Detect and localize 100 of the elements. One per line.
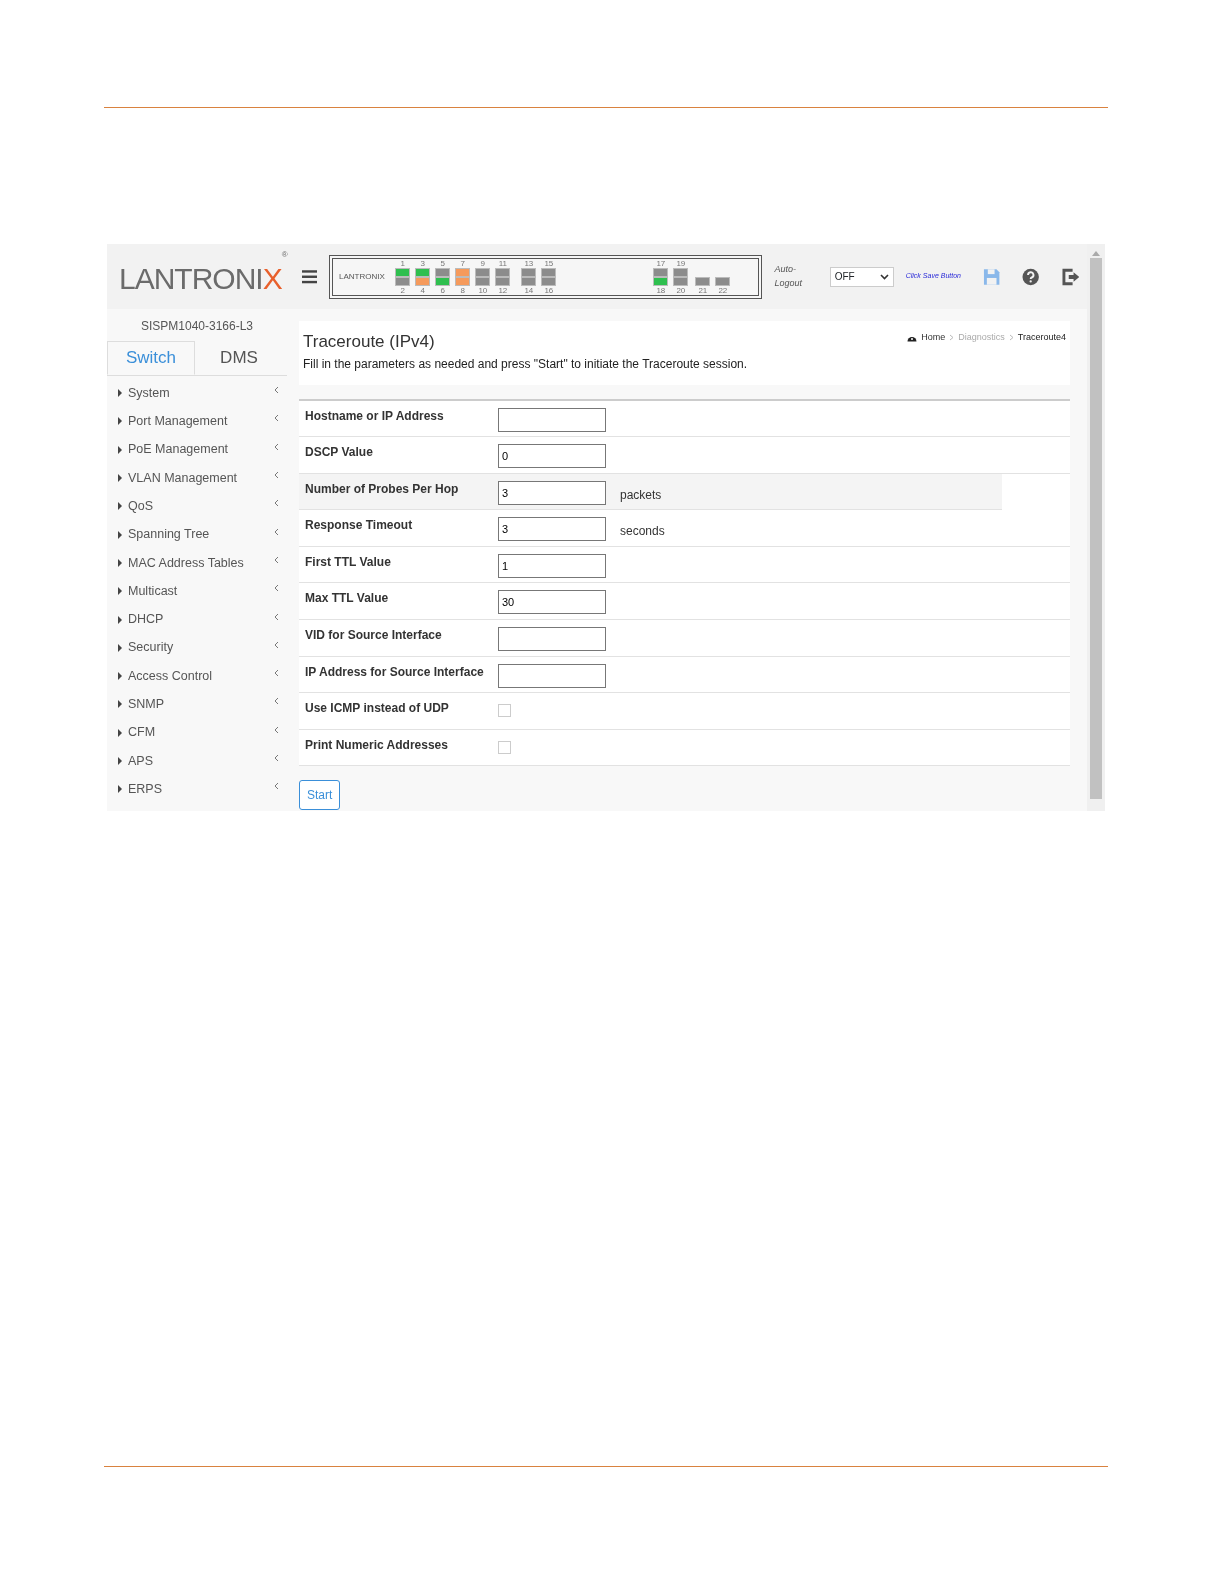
field-label: IP Address for Source Interface [304, 663, 485, 681]
auto-logout-select[interactable]: OFF [829, 266, 894, 287]
port-icon[interactable] [673, 276, 689, 286]
caret-icon [879, 273, 889, 280]
sidebar-item[interactable]: MAC Address Tables [107, 548, 287, 578]
port-number: 18 [656, 285, 666, 295]
field-label: Max TTL Value [304, 590, 390, 608]
port-icon[interactable] [541, 267, 557, 277]
port-icon[interactable] [455, 267, 471, 277]
sidebar-item[interactable]: APS [107, 746, 287, 776]
caret-icon [118, 615, 122, 624]
sidebar-item[interactable]: PoE Management [107, 435, 287, 464]
sidebar-item[interactable]: ERPS [107, 775, 287, 804]
port-number: 2 [400, 285, 406, 295]
sidebar-item[interactable]: DHCP [107, 605, 287, 634]
port-icon[interactable] [415, 267, 431, 277]
port-icon[interactable] [395, 276, 411, 286]
sidebar-item[interactable]: Spanning Tree [107, 520, 287, 549]
menu-icon[interactable] [301, 268, 318, 285]
port-number: 11 [498, 258, 507, 268]
sidebar-item[interactable]: Security [107, 633, 287, 662]
port-icon[interactable] [475, 267, 491, 277]
chevron-icon [274, 612, 279, 621]
port-number: 20 [676, 285, 686, 295]
input-field[interactable]: 0 [498, 444, 606, 469]
caret-icon [118, 757, 122, 765]
port-icon[interactable] [435, 276, 451, 286]
caret-icon [118, 700, 122, 709]
caret-icon [118, 785, 122, 794]
port-icon[interactable] [435, 267, 451, 277]
chevron-icon [274, 555, 279, 564]
port-icon[interactable] [415, 276, 431, 286]
device-logo: LANTRONIX [339, 271, 386, 282]
scroll-up-icon[interactable] [1092, 250, 1100, 256]
chevron-icon [274, 782, 279, 791]
logout-icon[interactable] [1061, 267, 1079, 286]
port-icon[interactable] [395, 267, 411, 277]
port-number: 17 [656, 258, 666, 268]
sidebar-item[interactable]: CFM [107, 718, 287, 747]
input-field[interactable]: 1 [498, 553, 606, 578]
chevron-icon [274, 386, 279, 395]
caret-icon [118, 728, 122, 737]
sidebar-item[interactable]: VLAN Management [107, 463, 287, 493]
chevron-icon [274, 414, 279, 423]
save-icon[interactable] [982, 267, 1001, 286]
device-model: SISPM1040-3166-L3 [139, 318, 255, 335]
port-icon[interactable] [475, 276, 491, 286]
input-field[interactable] [498, 407, 606, 432]
input-field[interactable]: 30 [498, 590, 606, 615]
help-icon[interactable] [1022, 267, 1040, 286]
sidebar-item[interactable]: Multicast [107, 577, 287, 606]
unit-label: packets [620, 486, 662, 504]
port-icon[interactable] [673, 267, 689, 277]
input-field[interactable]: 3 [498, 480, 606, 505]
field-label: Response Timeout [304, 517, 414, 535]
sidebar-item[interactable]: QoS [107, 492, 287, 521]
input-field[interactable] [498, 663, 606, 688]
chevron-icon [274, 697, 279, 706]
port-number: 16 [544, 285, 554, 295]
port-icon[interactable] [695, 276, 711, 286]
input-field[interactable] [498, 627, 606, 652]
checkbox[interactable] [498, 740, 511, 754]
port-icon[interactable] [495, 276, 511, 286]
caret-icon [118, 672, 122, 681]
chevron-icon [274, 442, 279, 451]
sidebar-item[interactable]: Access Control [107, 661, 287, 691]
port-number: 19 [676, 258, 686, 268]
field-label: Hostname or IP Address [304, 407, 445, 425]
port-icon[interactable] [653, 276, 669, 286]
port-icon[interactable] [521, 267, 537, 277]
chevron-icon [274, 584, 279, 593]
unit-label: seconds [620, 523, 665, 541]
caret-icon [118, 445, 122, 454]
chevron-icon [274, 669, 279, 678]
separator-icon [949, 334, 955, 342]
port-icon[interactable] [455, 276, 471, 286]
sidebar-item[interactable]: System [107, 379, 287, 408]
port-number: 21 [698, 285, 708, 295]
port-icon[interactable] [653, 267, 669, 277]
port-number: 13 [524, 258, 534, 268]
port-number: 12 [498, 285, 508, 295]
separator-icon [1008, 334, 1014, 342]
page-title: Traceroute (IPv4) [303, 331, 435, 353]
input-field[interactable]: 3 [498, 517, 606, 542]
scrollbar[interactable] [1087, 244, 1105, 811]
field-label: DSCP Value [304, 444, 374, 462]
chevron-icon [274, 725, 279, 734]
start-button[interactable]: Start [299, 780, 341, 811]
port-icon[interactable] [495, 267, 511, 277]
port-icon[interactable] [541, 276, 557, 286]
caret-icon [118, 502, 122, 511]
field-label: VID for Source Interface [304, 627, 443, 645]
port-icon[interactable] [521, 276, 537, 286]
sidebar-tab[interactable]: DMS [195, 341, 283, 375]
port-icon[interactable] [715, 276, 731, 286]
checkbox[interactable] [498, 704, 511, 718]
sidebar-item[interactable]: SNMP [107, 690, 287, 719]
sidebar-item[interactable]: Port Management [107, 407, 287, 436]
breadcrumb-link[interactable]: Home [921, 331, 946, 345]
chevron-icon [274, 471, 279, 480]
